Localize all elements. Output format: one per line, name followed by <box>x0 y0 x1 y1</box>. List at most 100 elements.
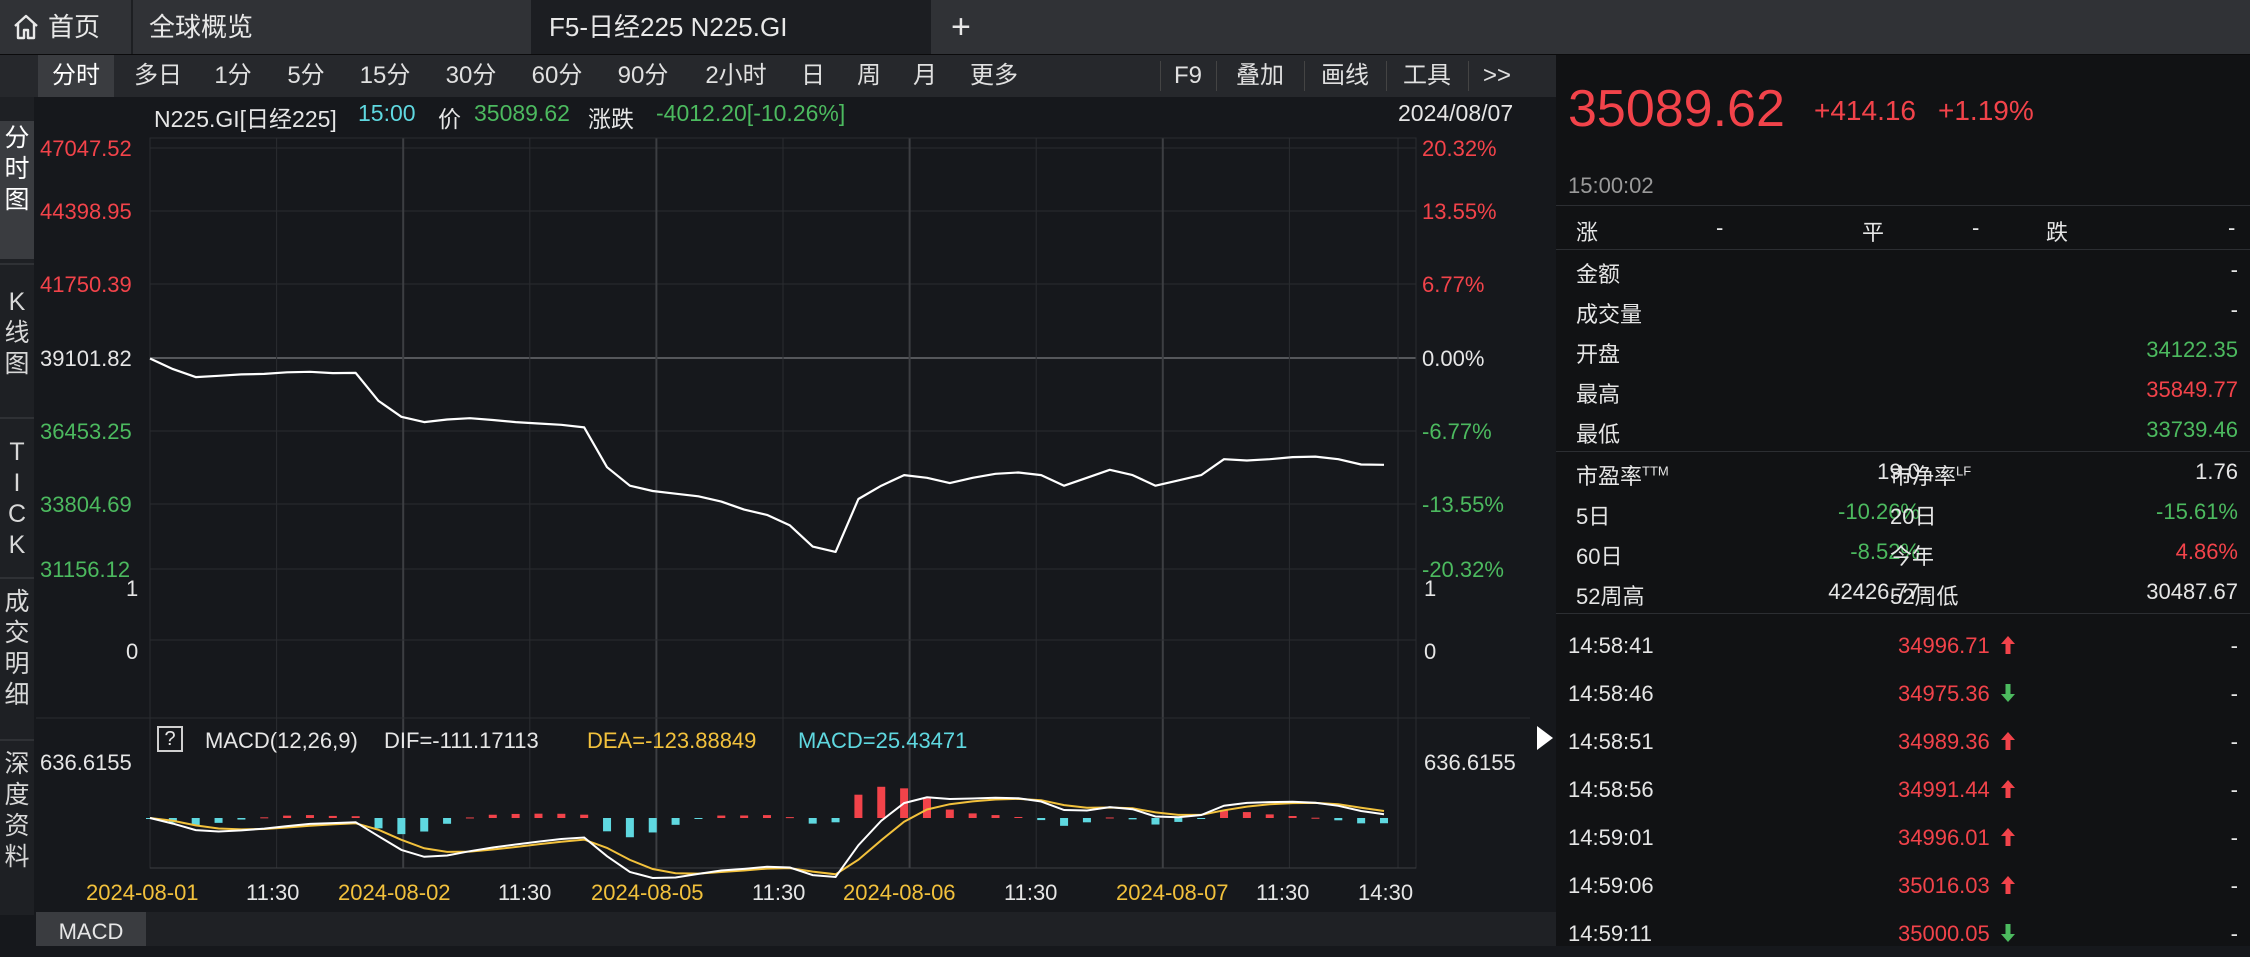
arrow-down-icon <box>2001 924 2015 942</box>
chart-grid <box>36 137 1530 869</box>
pct-tick: 6.77% <box>1422 272 1485 297</box>
stat-down-label: 跌 <box>2046 220 2069 245</box>
intraday-chart[interactable] <box>0 0 1556 946</box>
macd-histogram-bar <box>648 818 657 833</box>
tick-volume: - <box>2230 873 2238 898</box>
macd-histogram-bar <box>808 818 817 824</box>
macd-histogram-bar <box>1014 816 1023 818</box>
tick-volume: - <box>2230 921 2238 946</box>
collapse-panel-button[interactable] <box>1532 716 1556 760</box>
divider <box>1556 205 2250 206</box>
x-axis-label: 11:30 <box>1004 880 1058 905</box>
tick-time: 14:58:51 <box>1568 729 1654 754</box>
stat-ytd-value: 4.86% <box>2175 539 2238 564</box>
stat-52w-high-label: 52周高 <box>1576 584 1645 609</box>
pct-tick: 20.32% <box>1422 136 1497 161</box>
stat-amount-label: 金额 <box>1576 262 1621 287</box>
price-tick: 39101.82 <box>40 346 132 371</box>
tick-volume: - <box>2230 681 2238 706</box>
arrow-up-icon <box>2001 780 2015 798</box>
volume-tick: 0 <box>1424 639 1437 664</box>
macd-histogram-bar <box>1082 818 1091 823</box>
tick-price: 34996.71 <box>1898 633 1990 658</box>
macd-histogram-bar <box>1151 818 1160 825</box>
tick-time: 14:59:11 <box>1568 921 1653 946</box>
tick-volume: - <box>2230 729 2238 754</box>
macd-histogram-bar <box>1380 818 1388 824</box>
pct-tick: -13.55% <box>1422 492 1504 517</box>
macd-histogram-bar <box>991 815 1000 818</box>
x-axis-label: 11:30 <box>246 880 300 905</box>
indicator-tab-macd[interactable]: MACD <box>36 912 146 946</box>
tick-price: 34975.36 <box>1898 681 1990 706</box>
macd-histogram-bar <box>1174 818 1183 822</box>
macd-histogram-bar <box>1037 818 1046 821</box>
stat-flat-label: 平 <box>1862 220 1885 245</box>
stat-low-label: 最低 <box>1576 422 1621 447</box>
x-axis-label: 11:30 <box>752 880 806 905</box>
tick-time: 14:58:56 <box>1568 777 1654 802</box>
tick-row: 14:59:06 35016.03 - <box>1556 861 2250 909</box>
stat-pe-label-text: 市盈率 <box>1576 464 1643 489</box>
pct-tick: 0.00% <box>1422 346 1485 371</box>
stat-ytd-label: 今年 <box>1890 544 1935 569</box>
volume-tick: 0 <box>126 639 139 664</box>
macd-histogram-bar <box>625 818 634 838</box>
triangle-right-icon <box>1537 726 1553 750</box>
tick-row: 14:59:11 35000.05 - <box>1556 909 2250 957</box>
macd-histogram-bar <box>671 818 680 825</box>
stat-flat-value: - <box>1972 215 1980 240</box>
x-axis-label: 11:30 <box>498 880 552 905</box>
arrow-up-icon <box>2001 876 2015 894</box>
tick-price: 35016.03 <box>1898 873 1990 898</box>
arrow-down-icon <box>2001 684 2015 702</box>
stat-down-value: - <box>2228 215 2236 240</box>
macd-histogram-bar <box>877 786 886 818</box>
quote-price: 35089.62 <box>1568 80 1785 138</box>
x-axis-label: 2024-08-06 <box>843 880 956 905</box>
price-tick: 36453.25 <box>40 419 132 444</box>
price-tick: 31156.12 <box>40 557 131 582</box>
macd-value: MACD=25.43471 <box>798 728 968 753</box>
tick-time: 14:59:06 <box>1568 873 1654 898</box>
price-tick: 41750.39 <box>40 272 132 297</box>
macd-histogram-bar <box>260 817 269 819</box>
price-line <box>149 357 1385 554</box>
macd-top-tick: 636.6155 <box>1424 750 1516 775</box>
stat-pb-sup: LF <box>1956 463 1972 479</box>
macd-top-tick: 636.6155 <box>40 750 132 775</box>
macd-histogram-bar <box>511 813 520 818</box>
x-axis-label: 14:30 <box>1358 880 1414 905</box>
macd-histogram-bar <box>603 818 612 832</box>
indicator-tab-bar: MACD <box>36 912 1556 946</box>
macd-histogram-bar <box>945 809 954 818</box>
tick-row: 14:58:41 34996.71 - <box>1556 621 2250 669</box>
stat-pb-value: 1.76 <box>2195 459 2238 484</box>
macd-histogram-bar <box>968 813 977 818</box>
tick-row: 14:58:51 34989.36 - <box>1556 717 2250 765</box>
macd-dea-line <box>149 797 1385 876</box>
tick-volume: - <box>2230 825 2238 850</box>
divider <box>1556 249 2250 250</box>
tick-volume: - <box>2230 633 2238 658</box>
stat-20d-value: -15.61% <box>2156 499 2238 524</box>
macd-histogram-bar <box>1311 817 1320 819</box>
macd-histogram-bar <box>1197 818 1206 819</box>
macd-help-button[interactable]: ? <box>157 726 183 752</box>
macd-dea: DEA=-123.88849 <box>587 728 757 753</box>
macd-histogram-bar <box>1105 817 1114 819</box>
macd-histogram-bar <box>283 815 292 818</box>
macd-histogram-bar <box>854 794 863 818</box>
tick-price: 34989.36 <box>1898 729 1990 754</box>
macd-histogram-bar <box>763 815 771 818</box>
macd-histogram-bar <box>580 814 589 818</box>
price-tick: 33804.69 <box>40 492 132 517</box>
macd-histogram-bar <box>740 815 749 818</box>
macd-histogram-bar <box>557 813 566 818</box>
stat-open-label: 开盘 <box>1576 342 1621 367</box>
macd-dif-line <box>149 796 1385 880</box>
tick-price: 34996.01 <box>1898 825 1990 850</box>
stat-52w-low-value: 30487.67 <box>2146 579 2238 604</box>
macd-histogram-bar <box>1128 818 1137 820</box>
macd-histogram-bar <box>465 817 474 819</box>
